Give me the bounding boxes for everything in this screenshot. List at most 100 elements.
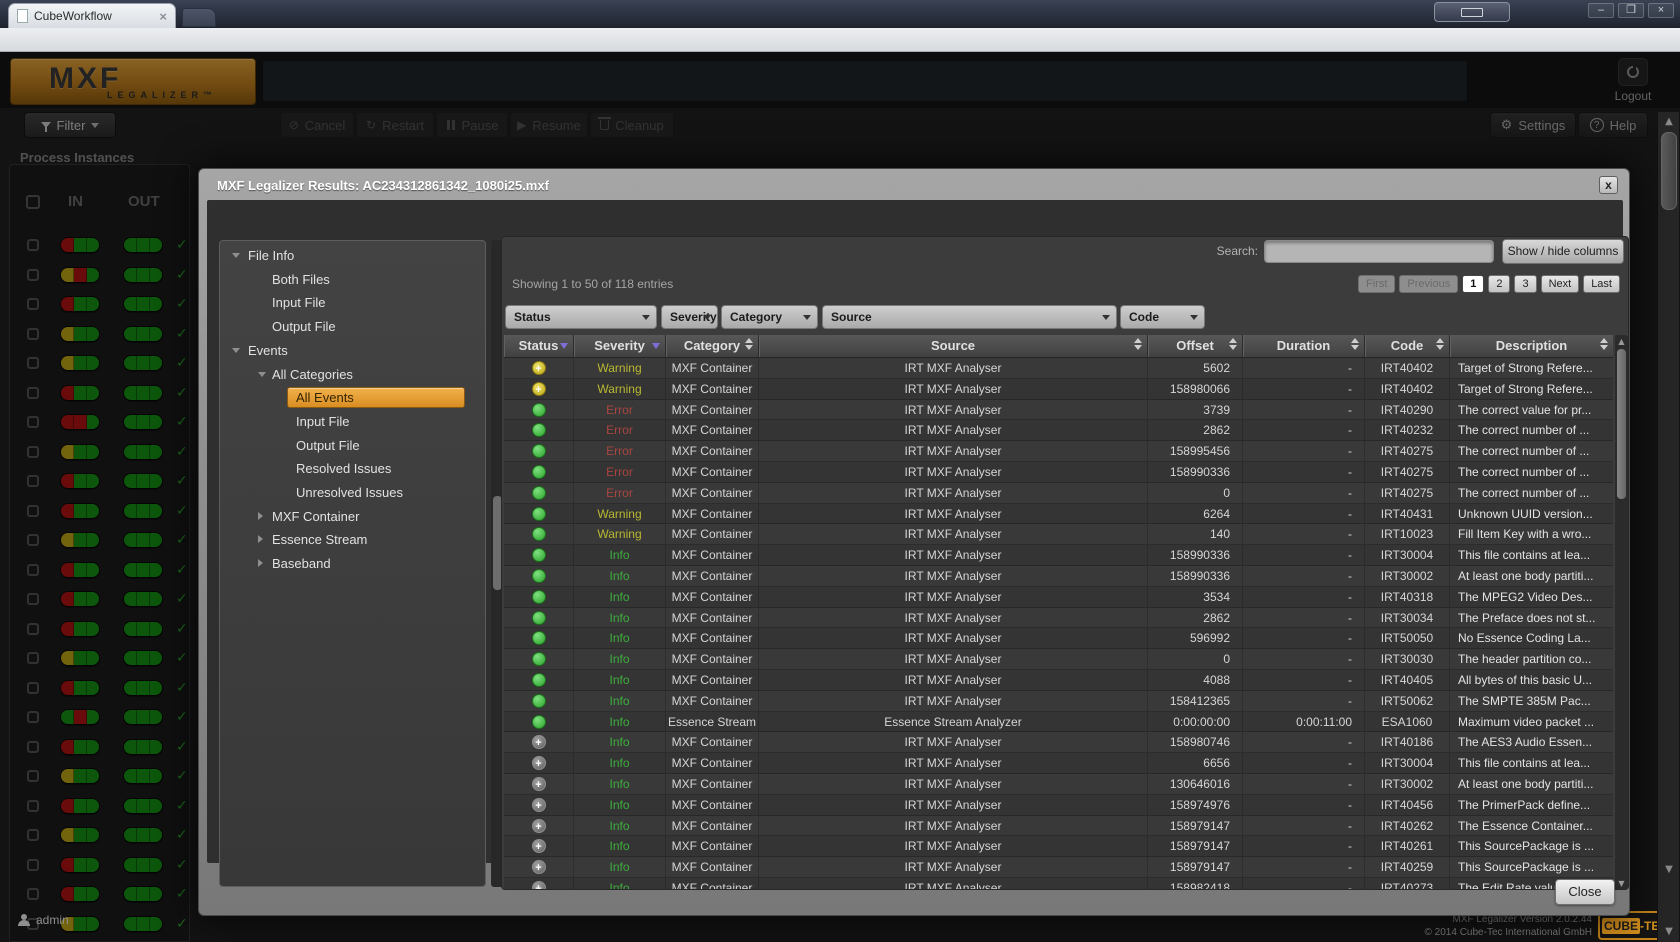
window-minimize-button[interactable]: – bbox=[1588, 3, 1614, 18]
event-row[interactable]: InfoMXF ContainerIRT MXF Analyser1584123… bbox=[504, 691, 1613, 712]
tree-item-output-file[interactable]: Output File bbox=[220, 316, 485, 337]
expand-arrow-icon[interactable] bbox=[258, 512, 263, 520]
table-scroll-up-icon[interactable]: ▲ bbox=[1615, 336, 1628, 348]
tree-item-input-file[interactable]: Input File bbox=[220, 411, 485, 432]
scroll-down-icon-2[interactable]: ▼ bbox=[1658, 924, 1680, 940]
event-row[interactable]: ErrorMXF ContainerIRT MXF Analyser2862-I… bbox=[504, 420, 1613, 441]
tree-item-unresolved-issues[interactable]: Unresolved Issues bbox=[220, 482, 485, 503]
filter-select-code[interactable]: Code bbox=[1120, 305, 1205, 329]
tree-item-mxf-container[interactable]: MXF Container bbox=[220, 506, 485, 527]
event-row[interactable]: InfoMXF ContainerIRT MXF Analyser1589903… bbox=[504, 566, 1613, 587]
column-header-category[interactable]: Category bbox=[666, 335, 759, 357]
event-row[interactable]: +InfoMXF ContainerIRT MXF Analyser158980… bbox=[504, 732, 1613, 753]
pagination-1[interactable]: 1 bbox=[1462, 275, 1484, 293]
tree-item-all-events[interactable]: All Events bbox=[220, 387, 485, 408]
tab-close-icon[interactable]: × bbox=[159, 9, 167, 24]
filter-select-severity[interactable]: Severity bbox=[661, 305, 718, 329]
filter-select-source[interactable]: Source bbox=[822, 305, 1117, 329]
page-scrollbar[interactable]: ▲ ▼ ▼ bbox=[1657, 112, 1679, 942]
column-header-description[interactable]: Description bbox=[1450, 335, 1613, 357]
table-scrollbar[interactable]: ▲ ▼ bbox=[1615, 335, 1628, 890]
status-expand-plus-icon: + bbox=[532, 756, 546, 770]
dialog-close-icon[interactable]: x bbox=[1599, 176, 1618, 194]
event-row[interactable]: WarningMXF ContainerIRT MXF Analyser6264… bbox=[504, 504, 1613, 525]
column-header-duration[interactable]: Duration bbox=[1243, 335, 1365, 357]
event-row[interactable]: InfoMXF ContainerIRT MXF Analyser4088-IR… bbox=[504, 670, 1613, 691]
sort-both-icon[interactable] bbox=[1600, 338, 1608, 350]
pagination-next[interactable]: Next bbox=[1541, 275, 1580, 293]
source-cell: IRT MXF Analyser bbox=[759, 628, 1148, 648]
event-row[interactable]: InfoMXF ContainerIRT MXF Analyser1589903… bbox=[504, 545, 1613, 566]
collapse-arrow-icon[interactable] bbox=[258, 372, 266, 377]
pagination-last[interactable]: Last bbox=[1583, 275, 1620, 293]
sort-both-icon[interactable] bbox=[1229, 338, 1237, 350]
tree-item-input-file[interactable]: Input File bbox=[220, 292, 485, 313]
column-header-status[interactable]: Status bbox=[504, 335, 574, 357]
tree-item-events[interactable]: Events bbox=[220, 340, 485, 361]
pagination-first[interactable]: First bbox=[1358, 275, 1395, 293]
sort-both-icon[interactable] bbox=[1351, 338, 1359, 350]
event-row[interactable]: +InfoMXF ContainerIRT MXF Analyser130646… bbox=[504, 774, 1613, 795]
event-row[interactable]: +InfoMXF ContainerIRT MXF Analyser6656-I… bbox=[504, 753, 1613, 774]
sort-desc-icon[interactable] bbox=[560, 343, 568, 349]
show-hide-columns-button[interactable]: Show / hide columns bbox=[1502, 239, 1624, 264]
scroll-up-icon[interactable]: ▲ bbox=[1658, 114, 1680, 130]
pagination-2[interactable]: 2 bbox=[1488, 275, 1510, 293]
event-row[interactable]: +WarningMXF ContainerIRT MXF Analyser158… bbox=[504, 379, 1613, 400]
expand-arrow-icon[interactable] bbox=[258, 559, 263, 567]
status-cell: + bbox=[504, 379, 574, 399]
column-header-offset[interactable]: Offset bbox=[1148, 335, 1243, 357]
sort-both-icon[interactable] bbox=[745, 338, 753, 350]
event-row[interactable]: InfoMXF ContainerIRT MXF Analyser2862-IR… bbox=[504, 608, 1613, 629]
expand-arrow-icon[interactable] bbox=[258, 535, 263, 543]
filter-select-status[interactable]: Status bbox=[505, 305, 657, 329]
event-row[interactable]: ErrorMXF ContainerIRT MXF Analyser3739-I… bbox=[504, 400, 1613, 421]
column-header-code[interactable]: Code bbox=[1365, 335, 1450, 357]
window-extra-button[interactable] bbox=[1434, 2, 1510, 22]
event-row[interactable]: +InfoMXF ContainerIRT MXF Analyser158974… bbox=[504, 795, 1613, 816]
column-header-severity[interactable]: Severity bbox=[574, 335, 666, 357]
pagination-3[interactable]: 3 bbox=[1514, 275, 1536, 293]
tree-item-output-file[interactable]: Output File bbox=[220, 435, 485, 456]
event-row[interactable]: ErrorMXF ContainerIRT MXF Analyser0-IRT4… bbox=[504, 483, 1613, 504]
pagination-previous[interactable]: Previous bbox=[1399, 275, 1458, 293]
description-cell: The AES3 Audio Essen... bbox=[1450, 732, 1613, 752]
window-close-button[interactable]: × bbox=[1648, 3, 1674, 18]
event-row[interactable]: ErrorMXF ContainerIRT MXF Analyser158990… bbox=[504, 462, 1613, 483]
scroll-down-icon[interactable]: ▼ bbox=[1658, 862, 1680, 878]
event-row[interactable]: +InfoMXF ContainerIRT MXF Analyser158979… bbox=[504, 816, 1613, 837]
status-cell bbox=[504, 608, 574, 628]
category-cell: MXF Container bbox=[666, 774, 759, 794]
new-tab-button[interactable] bbox=[182, 8, 216, 27]
column-header-source[interactable]: Source bbox=[759, 335, 1148, 357]
tree-item-essence-stream[interactable]: Essence Stream bbox=[220, 529, 485, 550]
filter-select-category[interactable]: Category bbox=[721, 305, 818, 329]
event-row[interactable]: +WarningMXF ContainerIRT MXF Analyser560… bbox=[504, 358, 1613, 379]
window-restore-button[interactable]: ❐ bbox=[1618, 3, 1644, 18]
page-scrollbar-thumb[interactable] bbox=[1661, 132, 1677, 210]
description-cell: The Essence Container... bbox=[1450, 816, 1613, 836]
status-ok-icon bbox=[532, 403, 546, 417]
event-row[interactable]: ErrorMXF ContainerIRT MXF Analyser158995… bbox=[504, 441, 1613, 462]
table-scrollbar-thumb[interactable] bbox=[1617, 349, 1626, 499]
search-input[interactable] bbox=[1264, 240, 1494, 263]
collapse-arrow-icon[interactable] bbox=[232, 253, 240, 258]
offset-cell: 158979147 bbox=[1148, 836, 1243, 856]
sort-both-icon[interactable] bbox=[1134, 338, 1142, 350]
event-row[interactable]: WarningMXF ContainerIRT MXF Analyser140-… bbox=[504, 524, 1613, 545]
browser-tab[interactable]: CubeWorkflow × bbox=[8, 3, 176, 28]
event-row[interactable]: InfoMXF ContainerIRT MXF Analyser596992-… bbox=[504, 628, 1613, 649]
collapse-arrow-icon[interactable] bbox=[232, 348, 240, 353]
close-button[interactable]: Close bbox=[1555, 879, 1615, 905]
tree-item-both-files[interactable]: Both Files bbox=[220, 269, 485, 290]
tree-item-baseband[interactable]: Baseband bbox=[220, 553, 485, 574]
tree-item-file-info[interactable]: File Info bbox=[220, 245, 485, 266]
sort-desc-icon[interactable] bbox=[652, 343, 660, 349]
tree-item-all-categories[interactable]: All Categories bbox=[220, 364, 485, 385]
event-row[interactable]: InfoMXF ContainerIRT MXF Analyser3534-IR… bbox=[504, 587, 1613, 608]
sort-both-icon[interactable] bbox=[1436, 338, 1444, 350]
tree-item-resolved-issues[interactable]: Resolved Issues bbox=[220, 458, 485, 479]
event-row[interactable]: InfoMXF ContainerIRT MXF Analyser0-IRT30… bbox=[504, 649, 1613, 670]
event-row[interactable]: +InfoMXF ContainerIRT MXF Analyser158979… bbox=[504, 836, 1613, 857]
event-row[interactable]: InfoEssence StreamEssence Stream Analyze… bbox=[504, 712, 1613, 733]
